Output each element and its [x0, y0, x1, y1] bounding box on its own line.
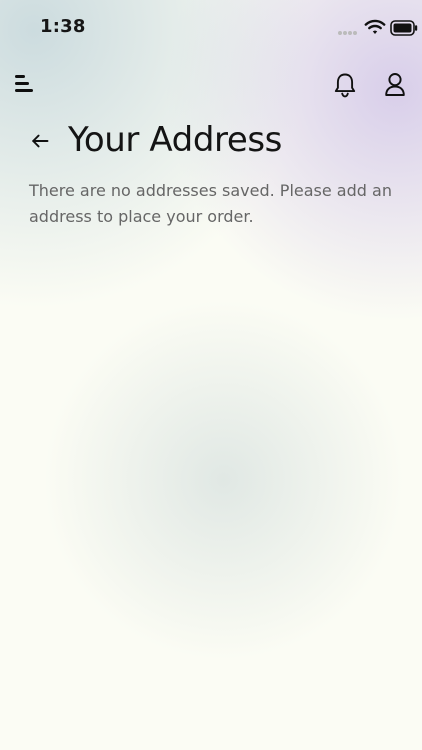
menu-line: [15, 75, 25, 78]
bell-icon[interactable]: [331, 70, 359, 100]
signal-dot: [338, 31, 342, 35]
arrow-left-icon[interactable]: [28, 129, 52, 153]
signal-dot: [343, 31, 347, 35]
page-title: Your Address: [68, 120, 282, 160]
wifi-icon: [364, 18, 386, 36]
status-time: 1:38: [40, 16, 86, 37]
menu-line: [15, 89, 33, 92]
top-navigation-bar: [0, 66, 422, 104]
signal-icon: [338, 31, 360, 35]
empty-address-message: There are no addresses saved. Please add…: [29, 181, 392, 226]
menu-line: [15, 82, 29, 85]
person-icon[interactable]: [381, 70, 409, 100]
signal-dot: [353, 31, 357, 35]
status-bar: 1:38: [0, 0, 422, 54]
battery-icon: [390, 20, 418, 36]
signal-dot: [348, 31, 352, 35]
page-header: Your Address: [0, 118, 422, 170]
menu-icon[interactable]: [15, 73, 35, 93]
